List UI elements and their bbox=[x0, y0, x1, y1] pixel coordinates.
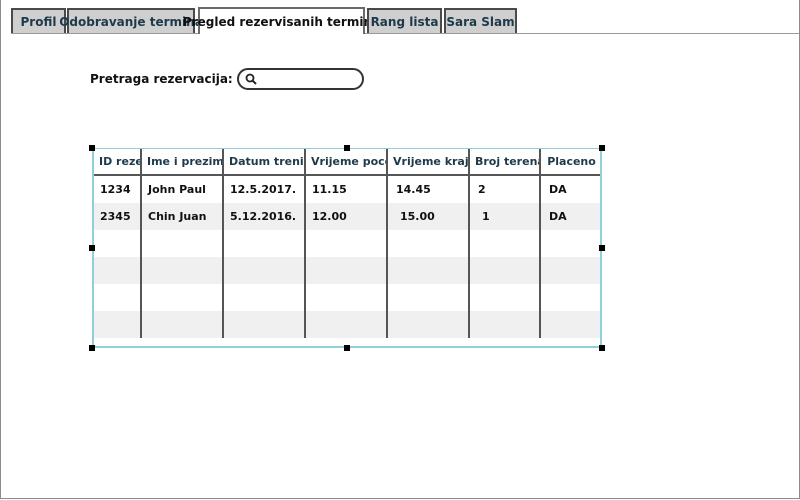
table-cell bbox=[387, 311, 470, 338]
table-cell bbox=[305, 230, 388, 257]
table-cell bbox=[223, 311, 306, 338]
tab-odobravanje-termina[interactable]: Odobravanje termina bbox=[59, 8, 203, 33]
tab-rang-lista[interactable]: Rang lista bbox=[367, 8, 442, 33]
table-cell bbox=[94, 230, 142, 257]
table-cell bbox=[141, 230, 224, 257]
table-cell: John Paul bbox=[141, 175, 224, 203]
table-cell: 2 bbox=[469, 175, 541, 203]
search-input[interactable] bbox=[261, 71, 356, 87]
column-header-name[interactable]: Ime i prezime bbox=[141, 149, 224, 176]
search-field[interactable] bbox=[237, 68, 364, 90]
column-header-court[interactable]: Broj terena bbox=[469, 149, 541, 176]
table-cell: 14.45 bbox=[387, 175, 470, 203]
column-header-end-time[interactable]: Vrijeme kraja bbox=[387, 149, 470, 176]
table-row[interactable] bbox=[94, 311, 600, 338]
resize-handle-bottom-right[interactable] bbox=[599, 345, 605, 351]
table-cell: 15.00 bbox=[387, 203, 470, 230]
table-cell bbox=[223, 257, 306, 284]
table-cell: 12.00 bbox=[305, 203, 388, 230]
table-cell bbox=[94, 284, 142, 311]
table-cell bbox=[141, 257, 224, 284]
reservations-table: ID rezervacije Ime i prezime Datum treni… bbox=[92, 148, 602, 348]
resize-handle-top[interactable] bbox=[344, 145, 350, 151]
resize-handle-bottom-left[interactable] bbox=[89, 345, 95, 351]
search-icon bbox=[245, 73, 257, 85]
table-cell bbox=[540, 257, 600, 284]
resize-handle-bottom[interactable] bbox=[344, 345, 350, 351]
tab-profil[interactable]: Profil bbox=[11, 8, 66, 33]
table-row[interactable]: 1234 John Paul 12.5.2017. 11.15 14.45 2 … bbox=[94, 175, 600, 203]
table-cell bbox=[387, 284, 470, 311]
column-header-date[interactable]: Datum treninga bbox=[223, 149, 306, 176]
table-row[interactable]: 2345 Chin Juan 5.12.2016. 12.00 15.00 1 … bbox=[94, 203, 600, 230]
table-cell bbox=[223, 230, 306, 257]
table-cell bbox=[305, 311, 388, 338]
table-cell bbox=[387, 257, 470, 284]
table-row[interactable] bbox=[94, 284, 600, 311]
table-cell: 12.5.2017. bbox=[223, 175, 306, 203]
table-cell bbox=[469, 311, 541, 338]
table-cell: 11.15 bbox=[305, 175, 388, 203]
table-row[interactable] bbox=[94, 230, 600, 257]
resize-handle-left[interactable] bbox=[89, 245, 95, 251]
table-cell bbox=[141, 284, 224, 311]
table-cell: 1234 bbox=[94, 175, 142, 203]
column-header-start-time[interactable]: Vrijeme pocetka bbox=[305, 149, 388, 176]
resize-handle-right[interactable] bbox=[599, 245, 605, 251]
table-cell: 2345 bbox=[94, 203, 142, 230]
table-cell: DA bbox=[540, 175, 600, 203]
table-cell bbox=[469, 230, 541, 257]
tab-pregled-rezervisanih-termina[interactable]: Pregled rezervisanih termina bbox=[183, 7, 380, 34]
table-cell bbox=[469, 284, 541, 311]
table-cell bbox=[540, 284, 600, 311]
table-cell bbox=[141, 311, 224, 338]
table-cell: DA bbox=[540, 203, 600, 230]
table-cell bbox=[94, 311, 142, 338]
table-cell bbox=[305, 284, 388, 311]
resize-handle-top-left[interactable] bbox=[89, 145, 95, 151]
resize-handle-top-right[interactable] bbox=[599, 145, 605, 151]
table-cell: 1 bbox=[469, 203, 541, 230]
table-cell bbox=[540, 230, 600, 257]
search-label: Pretraga rezervacija: bbox=[90, 72, 233, 86]
table-cell bbox=[94, 257, 142, 284]
column-header-paid[interactable]: Placeno bbox=[540, 149, 600, 176]
table-header-row: ID rezervacije Ime i prezime Datum treni… bbox=[94, 149, 600, 176]
table-row[interactable] bbox=[94, 257, 600, 284]
table-cell bbox=[387, 230, 470, 257]
table-cell bbox=[223, 284, 306, 311]
column-header-id[interactable]: ID rezervacije bbox=[94, 149, 142, 176]
table-cell bbox=[305, 257, 388, 284]
table-cell: Chin Juan bbox=[141, 203, 224, 230]
table-cell bbox=[540, 311, 600, 338]
table-cell: 5.12.2016. bbox=[223, 203, 306, 230]
tab-bar-divider bbox=[11, 33, 799, 34]
table-cell bbox=[469, 257, 541, 284]
tab-sara-slam[interactable]: Sara Slam bbox=[444, 8, 517, 33]
